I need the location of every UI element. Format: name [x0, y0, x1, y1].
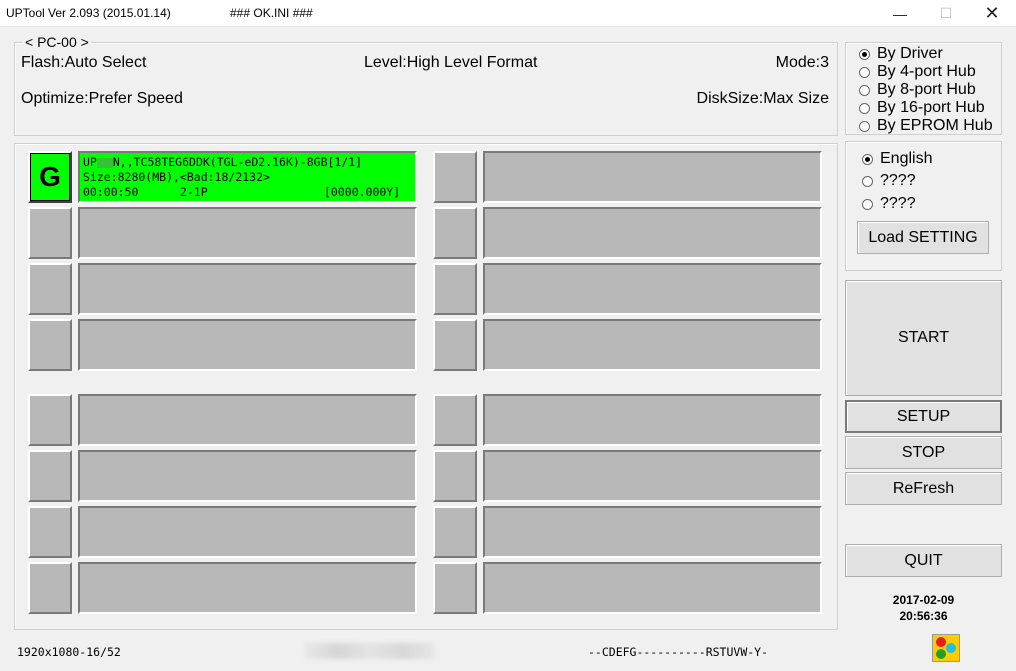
- port-panel: [483, 506, 822, 558]
- radio-label: By Driver: [877, 45, 943, 62]
- radio-label: ????: [880, 195, 916, 212]
- window-title: UPTool Ver 2.093 (2015.01.14): [6, 6, 171, 20]
- port-panel: [483, 394, 822, 446]
- level-label: Level:High Level Format: [364, 54, 538, 71]
- port-indicator: [28, 319, 72, 371]
- setup-button[interactable]: SETUP: [845, 400, 1002, 433]
- port-1-indicator: G: [28, 151, 72, 203]
- port-panel: [78, 562, 417, 614]
- port-1-panel: UP N,,TC58TEG6DDK(TGL-eD2.16K)-8GB[1/1] S…: [78, 151, 417, 203]
- radio-by-driver[interactable]: By Driver: [859, 45, 943, 63]
- info-line1b: N,,TC58TEG6DDK(TGL-eD2.16K)-8GB[1/1]: [112, 155, 363, 169]
- resolution-status: 1920x1080-16/52: [17, 645, 121, 659]
- ini-status: ### OK.INI ###: [230, 6, 313, 20]
- status-date: 2017-02-09: [892, 593, 955, 607]
- radio-by-4-port-hub[interactable]: By 4-port Hub: [859, 63, 976, 81]
- port-panel: [78, 506, 417, 558]
- port-panel: [483, 207, 822, 259]
- maximize-button[interactable]: ☐: [923, 0, 969, 27]
- radio-label: By 8-port Hub: [877, 81, 976, 98]
- port-1-info: UP N,,TC58TEG6DDK(TGL-eD2.16K)-8GB[1/1] S…: [83, 155, 400, 200]
- info-line3-left: 00:00:50 2-1P: [83, 185, 208, 199]
- quit-button[interactable]: QUIT: [845, 544, 1002, 577]
- status-time: 20:56:36: [899, 609, 948, 623]
- disksize-label: DiskSize:Max Size: [696, 90, 829, 107]
- title-bar: UPTool Ver 2.093 (2015.01.14) ### OK.INI…: [0, 0, 1016, 27]
- logo-red-dot: [936, 637, 946, 647]
- port-indicator: [433, 506, 477, 558]
- flash-label: Flash:Auto Select: [21, 54, 147, 71]
- port-panel: [483, 263, 822, 315]
- start-button[interactable]: START: [845, 280, 1002, 396]
- info-line2: Size:8280(MB),<Bad:18/2132>: [83, 170, 270, 184]
- port-indicator: [433, 207, 477, 259]
- radio-dot: [862, 153, 873, 165]
- radio-dot: [862, 198, 873, 210]
- radio-dot: [862, 175, 873, 187]
- logo-cyan-dot: [946, 643, 956, 653]
- radio-language-2[interactable]: ????: [862, 172, 916, 190]
- radio-label: By 16-port Hub: [877, 99, 985, 116]
- radio-label: ????: [880, 172, 916, 189]
- port-panel: [483, 319, 822, 371]
- radio-dot: [859, 84, 870, 96]
- port-panel: [78, 319, 417, 371]
- port-indicator: [433, 151, 477, 203]
- radio-language-3[interactable]: ????: [862, 195, 916, 213]
- radio-by-8-port-hub[interactable]: By 8-port Hub: [859, 81, 976, 99]
- port-indicator: [28, 506, 72, 558]
- info-line1a: UP: [83, 155, 97, 169]
- port-indicator: [28, 562, 72, 614]
- radio-dot: [859, 66, 870, 78]
- refresh-button[interactable]: ReFresh: [845, 472, 1002, 505]
- radio-label: By EPROM Hub: [877, 117, 993, 134]
- port-indicator: [28, 450, 72, 502]
- load-setting-button[interactable]: Load SETTING: [857, 221, 989, 254]
- pc-legend: < PC-00 >: [23, 34, 91, 50]
- hub-mode-group: By Driver By 4-port Hub By 8-port Hub By…: [845, 42, 1002, 135]
- language-group: English ???? ???? Load SETTING: [845, 141, 1002, 271]
- port-indicator: [433, 450, 477, 502]
- port-indicator: [28, 207, 72, 259]
- logo-green-dot: [936, 649, 946, 659]
- port-panel: [483, 151, 822, 203]
- port-panel: [78, 263, 417, 315]
- port-slots-area: G UP N,,TC58TEG6DDK(TGL-eD2.16K)-8GB[1/1]…: [14, 143, 838, 630]
- radio-label: By 4-port Hub: [877, 63, 976, 80]
- redacted-mark: [96, 157, 113, 168]
- optimize-label: Optimize:Prefer Speed: [21, 90, 183, 107]
- port-panel: [78, 450, 417, 502]
- radio-label: English: [880, 150, 933, 167]
- port-panel: [483, 450, 822, 502]
- port-panel: [483, 562, 822, 614]
- app-logo-icon: [932, 634, 960, 662]
- blurred-text: [305, 643, 435, 659]
- port-panel: [78, 394, 417, 446]
- radio-dot: [859, 102, 870, 114]
- drive-letter: G: [30, 153, 70, 201]
- mode-label: Mode:3: [775, 54, 829, 71]
- port-indicator: [433, 319, 477, 371]
- port-indicator: [28, 263, 72, 315]
- port-panel: [78, 207, 417, 259]
- radio-by-16-port-hub[interactable]: By 16-port Hub: [859, 99, 985, 117]
- radio-dot: [859, 120, 870, 132]
- radio-by-eprom-hub[interactable]: By EPROM Hub: [859, 117, 993, 135]
- info-line3-right: [0000.000Y]: [324, 185, 401, 199]
- port-indicator: [433, 562, 477, 614]
- stop-button[interactable]: STOP: [845, 436, 1002, 469]
- minimize-button[interactable]: —: [877, 0, 923, 27]
- port-indicator: [433, 263, 477, 315]
- close-button[interactable]: ✕: [969, 0, 1015, 27]
- port-indicator: [433, 394, 477, 446]
- port-indicator: [28, 394, 72, 446]
- drive-map-status: --CDEFG----------RSTUVW-Y-: [588, 645, 769, 659]
- radio-dot: [859, 48, 870, 60]
- radio-english[interactable]: English: [862, 150, 932, 168]
- pc-settings-group: < PC-00 > Flash:Auto Select Level:High L…: [14, 34, 838, 136]
